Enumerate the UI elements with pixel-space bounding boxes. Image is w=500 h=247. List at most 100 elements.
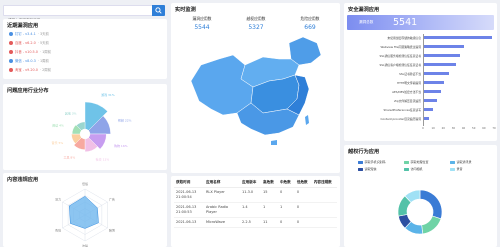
content-radar-chart: 低俗广告赌博诈骗 色情 暴力 (55, 181, 115, 247)
bar-label: SSL证书验证不当 (399, 71, 421, 76)
rose-label: 音乐 5% (52, 140, 64, 145)
radar-axis-label: 诈骗 (82, 243, 88, 247)
map-region-taiwan[interactable] (305, 115, 309, 125)
bar-label: AES/DES加密方法不当 (392, 89, 421, 94)
realtime-panel: 实时监测 漏洞应用数 5544 越权应用数 5327 危险应用数 669 (171, 3, 340, 173)
map-region-west[interactable] (190, 54, 254, 116)
table-cell: 0 (294, 217, 312, 228)
table-row[interactable]: 2021-06-13 MicroWave 2.2.5 11 0 0 (174, 217, 337, 228)
bar-x-tick: 40 (461, 127, 466, 130)
bar-y-axis (423, 34, 424, 126)
donut-slice[interactable] (419, 189, 443, 220)
bar-x-tick: 20 (441, 127, 445, 130)
content-panel: 内容违规应用 低俗 广告 赌博 诈骗 色情 暴力 (3, 173, 167, 247)
radar-axis-label: 低俗 (82, 181, 88, 186)
table-cell: 1 (277, 202, 295, 218)
table-header[interactable]: 应用名称 (204, 178, 240, 188)
table-header[interactable]: 获取时间 (174, 178, 204, 188)
detail-table-panel: 获取时间 应用名称 应用版本 高危数 中危数 低危数 内容违规数 2021-06-13 21… (171, 176, 340, 247)
search-box (3, 5, 165, 25)
table-cell: MicroWave (204, 217, 240, 228)
recent-item-meta: · 1周前 (37, 59, 49, 63)
table-header[interactable]: 高危数 (261, 178, 278, 188)
table-cell (311, 202, 337, 218)
recent-item-meta: · 1周前 (39, 50, 52, 54)
bar-label: Zip文件解压目录遍历 (394, 98, 421, 103)
recent-item-meta: · 5天前 (37, 41, 49, 45)
search-button[interactable] (152, 5, 165, 16)
table-cell: 11.3.0 (240, 187, 262, 203)
app-icon (9, 58, 13, 63)
app-icon (9, 67, 13, 72)
table-header[interactable]: 中危数 (277, 178, 295, 188)
table-cell: 0 (294, 187, 312, 203)
bar[interactable] (423, 99, 438, 103)
bar-x-tick: 60 (482, 127, 486, 130)
radar-area[interactable] (68, 195, 99, 229)
bar-label: SSL通信服务端检测信任任意证书 (379, 53, 421, 58)
industry-panel: 问题应用行业分布 游戏 31% 视频 22% 购物 16% 社交 11% 工具 8% 音乐… (3, 84, 167, 170)
recent-item-meta: · 3天前 (37, 32, 49, 36)
bar[interactable] (423, 90, 442, 94)
table-cell: 0 (277, 187, 295, 203)
rose-label: 阅读 4% (52, 122, 64, 127)
table-cell (311, 187, 337, 203)
radar-axis-label: 色情 (55, 228, 61, 233)
recent-item-meta: · 2周前 (39, 68, 52, 72)
recent-item-name: 百度 - v6.2.0 (15, 41, 36, 45)
recent-item[interactable]: 钉钉 - v3.4.1 · 3天前 (9, 31, 49, 36)
radar-axis-label: 暴力 (55, 197, 61, 202)
bar-label: 未使用加密存储的敏感信息 (387, 35, 421, 40)
table-cell: 2021-06-13 21:00:54 (174, 187, 204, 203)
table-cell: 1 (261, 202, 278, 218)
china-map[interactable] (171, 3, 340, 173)
bar-x-tick: 50 (472, 127, 476, 130)
table-row[interactable]: 2021-06-13 21:00:54 RLX Player 11.3.0 15 0 0 (174, 187, 337, 203)
bar[interactable] (423, 81, 445, 85)
map-region-hainan[interactable] (271, 140, 277, 145)
recent-item[interactable]: 百度 - v6.2.0 · 5天前 (9, 40, 49, 45)
rose-label: 购物 16% (114, 143, 128, 148)
table-cell: Arabic Radio Player (204, 202, 240, 218)
bar[interactable] (423, 72, 450, 76)
detail-table: 获取时间 应用名称 应用版本 高危数 中危数 低危数 内容违规数 2021-06-13 21… (174, 178, 337, 228)
table-cell: 2021-06-13 (174, 217, 204, 228)
table-cell: 0 (277, 217, 295, 228)
recent-item[interactable]: 抖音 - v10.5.0 · 1周前 (9, 49, 51, 54)
bar-label: SSL通信客户端检测信任任意证书 (379, 62, 421, 67)
table-cell: 11 (261, 217, 278, 228)
table-header[interactable]: 低危数 (294, 178, 312, 188)
bar[interactable] (423, 36, 492, 40)
bar[interactable] (423, 45, 464, 49)
bar[interactable] (423, 63, 457, 67)
bar[interactable] (423, 117, 430, 121)
behavior-panel: 越权行为应用 获取手机识别码 获取地理位置 读取通讯录 读取短信 访问相机 录音 (344, 145, 497, 247)
recent-item[interactable]: 微信 - v8.0.3 · 1周前 (9, 58, 49, 63)
bar-x-tick: 0 (422, 127, 424, 130)
recent-item-name: 抖音 - v10.5.0 (15, 50, 38, 54)
rose-label: 视频 22% (118, 117, 132, 122)
recent-item-name: 钉钉 - v3.4.1 (15, 32, 36, 36)
bar[interactable] (423, 54, 460, 58)
bar[interactable] (423, 108, 434, 112)
table-cell: 0 (294, 202, 312, 218)
donut-slice[interactable] (421, 215, 442, 235)
app-icon (9, 49, 13, 54)
table-cell: RLX Player (204, 187, 240, 203)
rose-label: 工具 8% (63, 155, 75, 160)
recent-item[interactable]: 淘宝 - v9.20.0 · 2周前 (9, 67, 51, 72)
app-icon (9, 40, 13, 45)
recent-vuln-title: 近期漏洞应用 (7, 23, 39, 29)
bar-x-tick: 30 (451, 127, 456, 130)
rose-label: 游戏 31% (101, 92, 115, 97)
table-header[interactable]: 内容违规数 (311, 178, 337, 188)
table-header[interactable]: 应用版本 (240, 178, 262, 188)
rose-label: 其他 3% (65, 111, 77, 116)
industry-rose-chart: 游戏 31% 视频 22% 购物 16% 社交 11% 工具 8% 音乐 5% 阅读 4% 其… (52, 92, 132, 161)
table-row[interactable]: 2021-06-13 21:00:53 Arabic Radio Player 1.… (174, 202, 337, 218)
table-cell: 15 (261, 187, 278, 203)
bar-label: Webview File同源策略绕过漏洞 (380, 44, 421, 49)
table-cell: 2021-06-13 21:00:53 (174, 202, 204, 218)
table-cell (311, 217, 337, 228)
search-icon (155, 7, 162, 14)
